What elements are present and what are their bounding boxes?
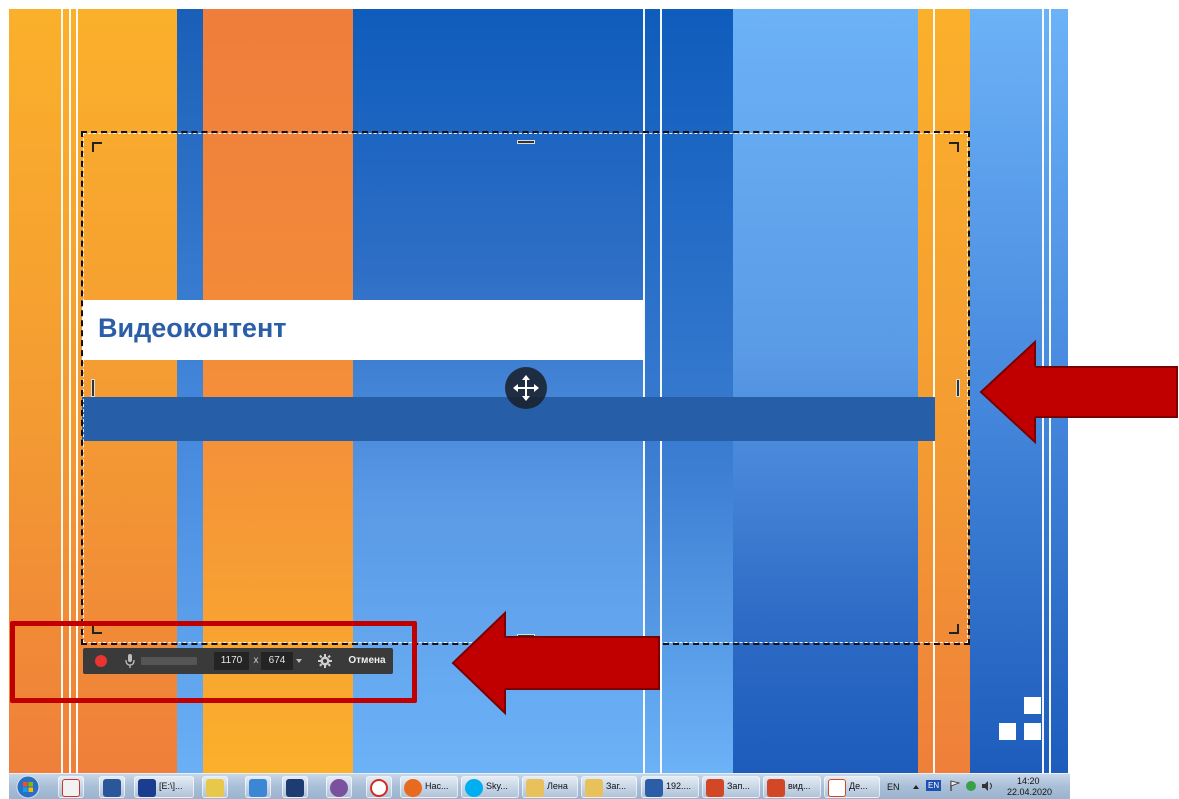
taskbar: [E:\]... Нас... Sky... Лена Заг... 192..… — [9, 773, 1070, 799]
yandex-icon — [370, 779, 388, 797]
network-status-icon[interactable] — [965, 780, 977, 792]
taskbar-item-virtualbox[interactable] — [282, 776, 308, 798]
resize-corner-top-right[interactable] — [949, 142, 959, 152]
taskbar-item-label: [E:\]... — [159, 781, 183, 791]
flag-icon[interactable] — [949, 780, 961, 792]
taskbar-item-powerpoint-2[interactable]: вид... — [763, 776, 821, 798]
taskbar-item-label: Лена — [547, 781, 568, 791]
taskbar-item-label: Де... — [849, 781, 868, 791]
taskbar-item-remote-desktop[interactable]: 192.... — [641, 776, 699, 798]
file-manager-icon — [138, 779, 156, 797]
move-handle[interactable] — [505, 367, 547, 409]
show-hidden-icons-icon[interactable] — [912, 783, 920, 791]
powerpoint-icon — [767, 779, 785, 797]
taskbar-item-label: Зап... — [727, 781, 750, 791]
remote-desktop-icon — [645, 779, 663, 797]
taskbar-item-firefox[interactable]: Нас... — [400, 776, 458, 798]
taskbar-item-powerpoint-1[interactable]: Зап... — [702, 776, 760, 798]
taskbar-item-label: Sky... — [486, 781, 508, 791]
folder-icon — [585, 779, 603, 797]
clock-date[interactable]: 22.04.2020 — [1007, 787, 1052, 797]
yandex-browser-icon — [62, 779, 80, 797]
taskbar-item-yandex[interactable] — [366, 776, 392, 798]
volume-icon[interactable] — [981, 780, 995, 792]
powerpoint-doc-icon — [828, 779, 846, 797]
resize-handle-left[interactable] — [91, 379, 95, 397]
taskbar-item-skype[interactable]: Sky... — [461, 776, 519, 798]
taskbar-item-viber[interactable] — [326, 776, 352, 798]
taskbar-item-powerpoint-doc[interactable]: Де... — [824, 776, 880, 798]
taskbar-item-yandex-browser[interactable] — [58, 776, 84, 798]
pointer-arrow-right — [979, 340, 1178, 444]
taskbar-item-label: вид... — [788, 781, 811, 791]
paint-icon — [206, 779, 224, 797]
skype-icon — [465, 779, 483, 797]
logo-square — [1024, 723, 1041, 740]
taskbar-item-file-manager[interactable]: [E:\]... — [134, 776, 194, 798]
clock-time[interactable]: 14:20 — [1017, 776, 1040, 786]
taskbar-item-label: Заг... — [606, 781, 627, 791]
language-indicator[interactable]: EN — [887, 782, 900, 792]
pointer-arrow-toolbar — [451, 610, 660, 716]
screen: Видеоконтент 1170 x 674 Отмена [E:\]... … — [0, 0, 1179, 799]
network-icon — [249, 779, 267, 797]
logo-square — [1024, 697, 1041, 714]
logo-square — [999, 723, 1016, 740]
folder-icon — [526, 779, 544, 797]
taskbar-item-folder-downloads[interactable]: Заг... — [581, 776, 637, 798]
taskbar-item-folder-lena[interactable]: Лена — [522, 776, 578, 798]
language-badge[interactable]: EN — [926, 780, 942, 791]
resize-handle-top[interactable] — [517, 140, 535, 144]
resize-corner-top-left[interactable] — [92, 142, 102, 152]
taskbar-item-label: 192.... — [666, 781, 692, 791]
taskbar-item-word[interactable] — [99, 776, 125, 798]
taskbar-item-label: Нас... — [425, 781, 449, 791]
powerpoint-icon — [706, 779, 724, 797]
word-icon — [103, 779, 121, 797]
viber-icon — [330, 779, 348, 797]
highlight-frame — [10, 621, 417, 703]
resize-handle-right[interactable] — [956, 379, 960, 397]
taskbar-item-network[interactable] — [245, 776, 271, 798]
move-arrows-icon — [513, 375, 539, 401]
virtualbox-icon — [286, 779, 304, 797]
firefox-icon — [404, 779, 422, 797]
taskbar-item-paint[interactable] — [202, 776, 228, 798]
resize-corner-bottom-right[interactable] — [949, 624, 959, 634]
windows-start-icon[interactable] — [13, 775, 43, 799]
